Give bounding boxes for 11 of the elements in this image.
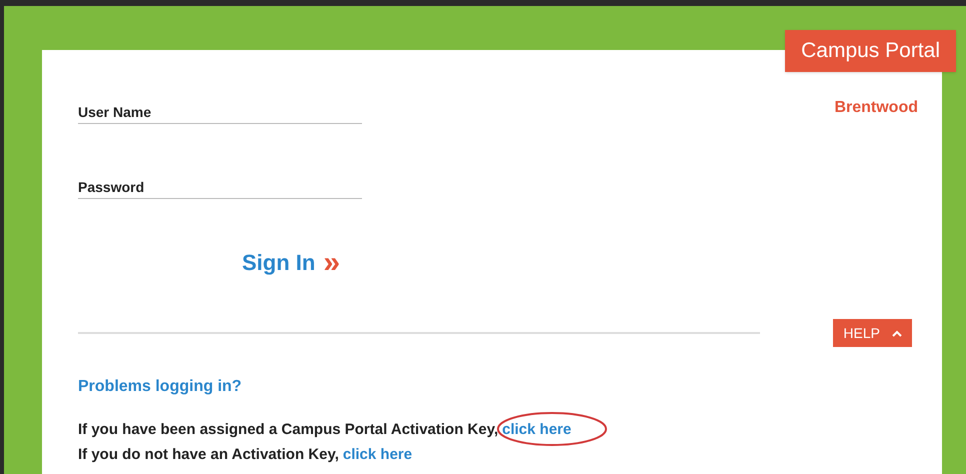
activation-text: If you have been assigned a Campus Portal Activation Key,	[78, 420, 498, 440]
district-name: Brentwood	[834, 98, 918, 118]
portal-title: Campus Portal	[801, 39, 940, 62]
click-here-link[interactable]: click here	[342, 446, 412, 462]
caret-icon	[892, 330, 902, 336]
sign-in-link[interactable]: Sign In »	[242, 246, 340, 279]
help-button[interactable]: HELP	[833, 319, 912, 347]
field-label: Password	[78, 178, 146, 197]
activation-text: If you do not have an Activation Key,	[78, 444, 339, 464]
problems-link[interactable]: Problems logging in?	[78, 375, 918, 399]
field-label: User Name	[78, 103, 152, 122]
